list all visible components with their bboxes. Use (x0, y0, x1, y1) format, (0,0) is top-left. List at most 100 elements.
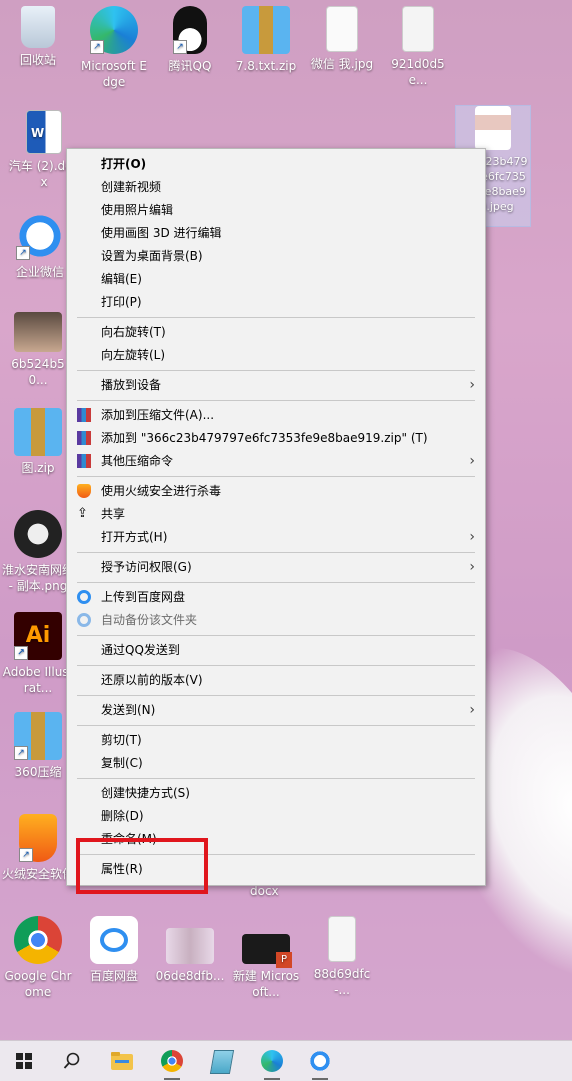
360zip-shortcut-icon[interactable]: ↗ 360压缩 (2, 712, 74, 780)
menu-separator (77, 725, 475, 726)
png-file-icon[interactable]: 淮水安南网络 - 副本.png (2, 510, 74, 594)
menu-item-label: 打印(P) (101, 295, 142, 309)
menu-item-open[interactable]: 打开(O) (67, 153, 485, 175)
menu-item-label: 向左旋转(L) (101, 348, 166, 362)
image-file-icon[interactable]: 6b524b50... (2, 312, 74, 388)
menu-item-copy[interactable]: 复制(C) (67, 752, 485, 774)
baidu-netdisk-shortcut-icon[interactable]: 百度网盘 (78, 916, 150, 984)
menu-item-cast-to-device[interactable]: 播放到设备 › (67, 374, 485, 396)
menu-item-set-wallpaper[interactable]: 设置为桌面背景(B) (67, 245, 485, 267)
icon-label: 360压缩 (14, 765, 62, 779)
menu-separator (77, 635, 475, 636)
menu-item-edit[interactable]: 编辑(E) (67, 268, 485, 290)
illustrator-shortcut-icon[interactable]: Ai ↗ Adobe Illustrat... (2, 612, 74, 696)
icon-label: Adobe Illustrat... (2, 665, 74, 695)
image-file-icon[interactable]: 88d69dfc-... (306, 916, 378, 998)
image-thumbnail-icon (326, 6, 358, 52)
icon-label: Google Chrome (4, 969, 72, 999)
menu-separator (77, 552, 475, 553)
menu-item-send-to[interactable]: 发送到(N) › (67, 699, 485, 721)
icon-label: 淮水安南网络 - 副本.png (2, 563, 75, 593)
menu-item-label: 通过QQ发送到 (101, 643, 180, 657)
menu-item-label: 使用火绒安全进行杀毒 (101, 484, 222, 498)
chrome-shortcut-icon[interactable]: Google Chrome (2, 916, 74, 1000)
wecom-icon[interactable] (306, 1047, 334, 1080)
menu-item-create-video[interactable]: 创建新视频 (67, 176, 485, 198)
archive-icon (242, 6, 290, 54)
recycle-bin-icon[interactable]: 回收站 (2, 6, 74, 68)
icon-label: 火绒安全软件 (2, 867, 75, 881)
menu-item-label: 创建快捷方式(S) (101, 786, 190, 800)
qq-penguin-icon: ↗ (173, 6, 207, 54)
menu-item-send-via-qq[interactable]: 通过QQ发送到 (67, 639, 485, 661)
menu-separator (77, 665, 475, 666)
menu-item-create-shortcut[interactable]: 创建快捷方式(S) (67, 782, 485, 804)
image-file-icon[interactable]: 微信 我.jpg (306, 6, 378, 72)
menu-item-add-to-zip[interactable]: 添加到 "366c23b479797e6fc7353fe9e8bae919.zi… (67, 427, 485, 449)
image-file-icon[interactable]: 921d0d5e... (382, 6, 454, 88)
menu-item-delete[interactable]: 删除(D) (67, 805, 485, 827)
ppt-file-icon[interactable]: P 新建 Microsoft... (230, 916, 302, 1000)
notepad-icon[interactable] (208, 1047, 236, 1075)
ai-logo-icon: Ai ↗ (14, 612, 62, 660)
menu-item-other-compress[interactable]: 其他压缩命令 › (67, 450, 485, 472)
image-file-icon[interactable]: 06de8dfb... (154, 916, 226, 984)
icon-label: 微信 我.jpg (310, 57, 374, 71)
submenu-arrow-icon: › (469, 702, 475, 718)
search-icon[interactable] (58, 1047, 86, 1075)
menu-item-restore-versions[interactable]: 还原以前的版本(V) (67, 669, 485, 691)
menu-item-share[interactable]: ⇪ 共享 (67, 503, 485, 525)
menu-item-label: 打开方式(H) (101, 530, 168, 544)
menu-item-grant-access[interactable]: 授予访问权限(G) › (67, 556, 485, 578)
menu-item-huorong-scan[interactable]: 使用火绒安全进行杀毒 (67, 480, 485, 502)
portrait-thumbnail-icon (475, 106, 511, 150)
archive-icon (14, 408, 62, 456)
windows-start-icon[interactable] (10, 1047, 38, 1075)
qq-shortcut-icon[interactable]: ↗ 腾讯QQ (154, 6, 226, 74)
menu-item-upload-baidu[interactable]: 上传到百度网盘 (67, 586, 485, 608)
menu-item-add-to-archive[interactable]: 添加到压缩文件(A)... (67, 404, 485, 426)
icon-label: docx (250, 884, 279, 898)
icon-label: 921d0d5e... (391, 57, 445, 87)
image-thumbnail-icon (402, 6, 434, 52)
word-icon: W (26, 110, 62, 154)
highlight-box (76, 838, 208, 894)
submenu-arrow-icon: › (469, 529, 475, 545)
menu-item-label: 剪切(T) (101, 733, 142, 747)
icon-label: 百度网盘 (89, 969, 138, 983)
menu-item-paint3d-edit[interactable]: 使用画图 3D 进行编辑 (67, 222, 485, 244)
menu-item-open-with[interactable]: 打开方式(H) › (67, 526, 485, 548)
file-explorer-icon[interactable] (108, 1047, 136, 1075)
taskbar (0, 1040, 572, 1081)
menu-item-label: 授予访问权限(G) (101, 560, 192, 574)
huorong-shortcut-icon[interactable]: ↗ 火绒安全软件 (2, 814, 74, 882)
menu-item-label: 播放到设备 (101, 378, 162, 392)
baidu-netdisk-icon (77, 590, 91, 604)
menu-item-cut[interactable]: 剪切(T) (67, 729, 485, 751)
menu-item-label: 添加到压缩文件(A)... (101, 408, 215, 422)
menu-item-label: 添加到 "366c23b479797e6fc7353fe9e8bae919.zi… (101, 431, 428, 445)
menu-separator (77, 582, 475, 583)
share-icon: ⇪ (77, 506, 88, 521)
edge-icon[interactable] (258, 1047, 286, 1080)
archive-icon: ↗ (14, 712, 62, 760)
edge-logo-icon: ↗ (90, 6, 138, 54)
chrome-icon[interactable] (158, 1047, 186, 1080)
menu-item-print[interactable]: 打印(P) (67, 291, 485, 313)
menu-item-rotate-left[interactable]: 向左旋转(L) (67, 344, 485, 366)
menu-item-rotate-right[interactable]: 向右旋转(T) (67, 321, 485, 343)
icon-label: 88d69dfc-... (313, 967, 371, 997)
menu-item-label: 共享 (101, 507, 126, 521)
menu-item-label: 使用照片编辑 (101, 203, 174, 217)
menu-item-edit-photos[interactable]: 使用照片编辑 (67, 199, 485, 221)
icon-label: 06de8dfb... (155, 969, 225, 983)
winrar-icon (77, 408, 91, 422)
photo-thumbnail-icon (166, 928, 214, 964)
winrar-icon (77, 431, 91, 445)
context-menu: 打开(O) 创建新视频 使用照片编辑 使用画图 3D 进行编辑 设置为桌面背景(… (66, 148, 486, 886)
menu-item-label: 创建新视频 (101, 180, 162, 194)
baidu-netdisk-icon (90, 916, 138, 964)
edge-shortcut-icon[interactable]: ↗ Microsoft Edge (78, 6, 150, 90)
zip-file-icon[interactable]: 7.8.txt.zip (230, 6, 302, 74)
zip-file-icon[interactable]: 图.zip (2, 408, 74, 476)
